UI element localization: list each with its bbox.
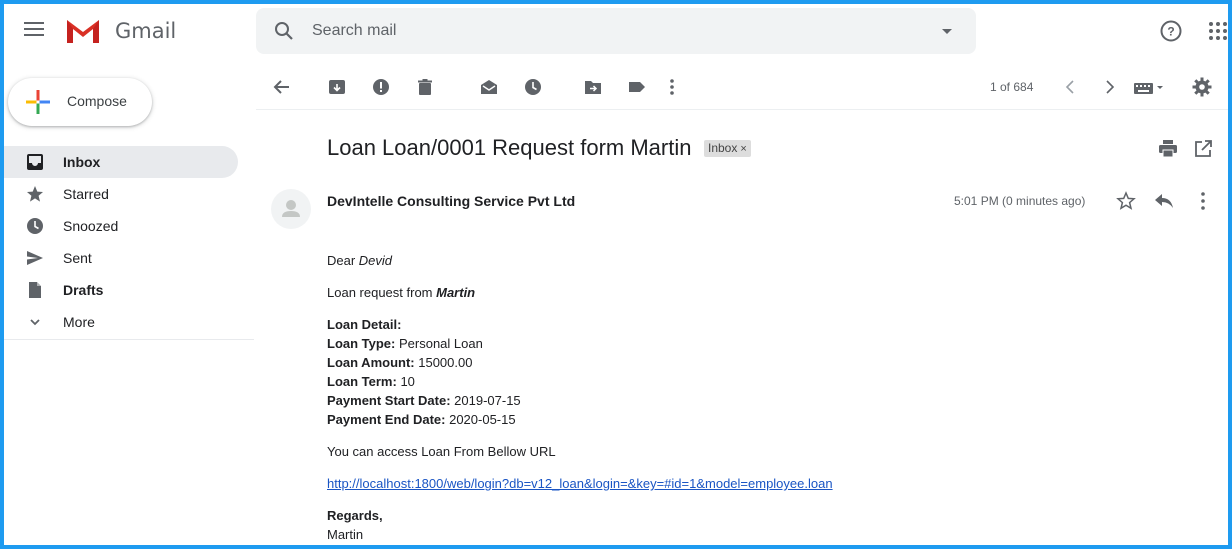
more-vert-icon[interactable]: [1200, 191, 1206, 211]
greeting-line: Dear Devid: [327, 253, 393, 268]
sidebar-item-starred[interactable]: Starred: [4, 178, 238, 210]
sidebar-item-label: Snoozed: [63, 218, 119, 234]
gmail-window: Gmail ?: [4, 4, 1228, 545]
inbox-label-chip[interactable]: Inbox ×: [704, 140, 751, 157]
regards-line: Regards,: [327, 508, 383, 523]
avatar: [271, 189, 311, 229]
gmail-logo-icon[interactable]: [64, 17, 102, 45]
sidebar-divider: [4, 339, 254, 340]
clock-icon: [27, 218, 43, 234]
sidebar-item-label: Drafts: [63, 282, 104, 298]
payment-start-line: Payment Start Date: 2019-07-15: [327, 393, 521, 408]
loan-url-link[interactable]: http://localhost:1800/web/login?db=v12_l…: [327, 476, 833, 491]
plus-icon: [26, 90, 50, 114]
apps-grid-icon[interactable]: [1208, 21, 1228, 41]
sidebar: Compose Inbox Starred Snoozed Sent Draft…: [4, 62, 254, 545]
delete-icon[interactable]: [416, 78, 434, 96]
app-name: Gmail: [115, 19, 177, 43]
svg-text:?: ?: [1167, 25, 1174, 39]
loan-term-line: Loan Term: 10: [327, 374, 415, 389]
mark-unread-icon[interactable]: [480, 78, 498, 96]
gear-icon[interactable]: [1192, 77, 1212, 97]
loan-type-line: Loan Type: Personal Loan: [327, 336, 483, 351]
print-icon[interactable]: [1158, 140, 1178, 158]
chevron-right-icon[interactable]: [1104, 80, 1116, 94]
more-vert-icon[interactable]: [668, 78, 676, 96]
report-spam-icon[interactable]: [372, 78, 390, 96]
move-to-icon[interactable]: [584, 78, 602, 96]
star-toggle-icon[interactable]: [1116, 191, 1136, 211]
search-options-icon[interactable]: [942, 29, 952, 34]
recipient-name: Devid: [358, 253, 393, 268]
person-icon: [282, 200, 300, 217]
sidebar-item-sent[interactable]: Sent: [4, 242, 238, 274]
loan-amount-line: Loan Amount: 15000.00: [327, 355, 473, 370]
sidebar-item-snoozed[interactable]: Snoozed: [4, 210, 238, 242]
message-toolbar: 1 of 684: [256, 62, 1228, 110]
remove-label-icon[interactable]: ×: [740, 143, 746, 155]
email-subject: Loan Loan/0001 Request form Martin: [327, 135, 692, 160]
detail-heading: Loan Detail:: [327, 317, 402, 332]
label-icon[interactable]: [628, 78, 646, 96]
nav-list: Inbox Starred Snoozed Sent Drafts More: [4, 146, 254, 338]
access-line: You can access Loan From Bellow URL: [327, 444, 556, 459]
draft-icon: [29, 282, 41, 298]
sender-name[interactable]: DevIntelle Consulting Service Pvt Ltd: [327, 193, 575, 209]
sidebar-item-label: Inbox: [63, 154, 101, 170]
payment-end-line: Payment End Date: 2020-05-15: [327, 412, 516, 427]
signature-line: Martin: [327, 527, 364, 542]
pager-count: 1 of 684: [990, 80, 1034, 94]
search-input[interactable]: [312, 20, 912, 42]
label-text: Inbox: [708, 141, 738, 155]
top-bar: Gmail ?: [4, 4, 1228, 62]
search-bar[interactable]: [256, 8, 976, 54]
message-view: 1 of 684 Loan Loan/0001 Request form Mar…: [256, 62, 1228, 545]
menu-icon[interactable]: [24, 22, 44, 36]
sidebar-item-inbox[interactable]: Inbox: [4, 146, 238, 178]
sidebar-item-label: More: [63, 314, 95, 330]
requester-name: Martin: [436, 285, 476, 300]
sidebar-item-drafts[interactable]: Drafts: [4, 274, 238, 306]
sidebar-item-more[interactable]: More: [4, 306, 238, 338]
back-arrow-icon[interactable]: [273, 78, 291, 96]
archive-icon[interactable]: [328, 78, 346, 96]
compose-button[interactable]: Compose: [8, 78, 152, 126]
open-new-window-icon[interactable]: [1194, 140, 1212, 158]
keyboard-icon[interactable]: [1134, 80, 1164, 96]
reply-icon[interactable]: [1154, 192, 1174, 210]
star-icon: [27, 186, 43, 202]
compose-label: Compose: [67, 93, 127, 109]
help-icon[interactable]: ?: [1160, 20, 1182, 42]
sidebar-item-label: Sent: [63, 250, 92, 266]
send-icon: [27, 251, 43, 265]
search-icon[interactable]: [274, 21, 294, 41]
email-timestamp: 5:01 PM (0 minutes ago): [954, 194, 1086, 208]
chevron-left-icon[interactable]: [1064, 80, 1076, 94]
chevron-down-icon: [30, 319, 40, 326]
snooze-icon[interactable]: [524, 78, 542, 96]
request-line: Loan request from Martin: [327, 285, 476, 300]
inbox-icon: [27, 154, 43, 170]
sidebar-item-label: Starred: [63, 186, 109, 202]
